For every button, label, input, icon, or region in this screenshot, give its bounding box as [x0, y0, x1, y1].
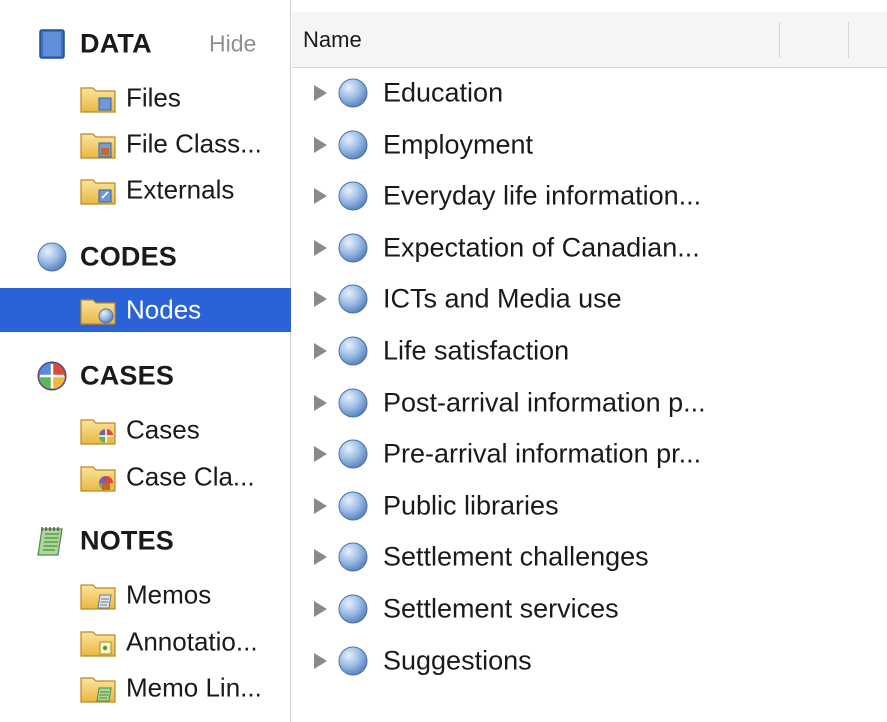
codes-section-label: CODES: [80, 241, 178, 272]
node-label: Employment: [383, 129, 534, 160]
sidebar-item-label: File Class...: [126, 128, 262, 159]
sidebar-item-case-classifications[interactable]: Case Cla...: [0, 455, 291, 499]
node-ball-icon: [337, 232, 369, 264]
memos-folder-icon: [79, 579, 117, 611]
expand-triangle-icon[interactable]: [314, 446, 327, 463]
node-label: Settlement challenges: [383, 541, 649, 572]
node-ball-icon: [337, 335, 369, 367]
notes-section-label: NOTES: [80, 525, 175, 556]
expand-triangle-icon[interactable]: [314, 343, 327, 359]
externals-folder-icon: [79, 174, 117, 206]
column-divider[interactable]: [779, 22, 780, 58]
name-column-header[interactable]: Name: [303, 27, 362, 53]
codes-ball-icon: [36, 241, 68, 273]
cases-folder-icon: [79, 414, 117, 446]
node-label: Everyday life information...: [383, 180, 702, 211]
node-row[interactable]: Education: [292, 68, 887, 118]
sidebar-item-label: Case Cla...: [126, 461, 255, 492]
list-column-header: Name: [292, 12, 887, 68]
node-row[interactable]: Settlement services: [292, 584, 887, 634]
expand-triangle-icon[interactable]: [314, 136, 327, 153]
sidebar-item-file-classifications[interactable]: File Class...: [0, 122, 291, 166]
node-ball-icon: [337, 541, 369, 573]
expand-triangle-icon[interactable]: [314, 497, 327, 514]
node-row[interactable]: Settlement challenges: [292, 532, 887, 582]
sidebar-item-memo-links[interactable]: Memo Lin...: [0, 666, 291, 710]
data-section-header[interactable]: DATA Hide: [0, 22, 291, 66]
expand-triangle-icon[interactable]: [314, 239, 327, 256]
node-ball-icon: [337, 387, 369, 419]
sidebar-item-label: Nodes: [126, 294, 202, 325]
memo-links-folder-icon: [79, 672, 117, 704]
node-row[interactable]: Everyday life information...: [292, 171, 887, 221]
node-row[interactable]: Public libraries: [292, 481, 887, 531]
sidebar-item-label: Externals: [126, 174, 235, 205]
nodes-list-view: Name Education Employment Everyday life in…: [292, 0, 887, 722]
node-row[interactable]: Suggestions: [292, 636, 887, 686]
sidebar-item-label: Files: [126, 82, 181, 113]
file-classifications-folder-icon: [79, 128, 117, 160]
node-label: Suggestions: [383, 645, 532, 676]
node-label: Settlement services: [383, 593, 619, 624]
node-label: Life satisfaction: [383, 335, 570, 366]
annotations-folder-icon: [79, 626, 117, 658]
node-row[interactable]: Employment: [292, 120, 887, 170]
node-ball-icon: [337, 129, 369, 161]
node-ball-icon: [337, 490, 369, 522]
sidebar-item-cases[interactable]: Cases: [0, 408, 291, 452]
node-row[interactable]: Life satisfaction: [292, 326, 887, 376]
cases-icon: [36, 360, 68, 392]
expand-triangle-icon[interactable]: [314, 85, 327, 101]
node-ball-icon: [337, 77, 369, 109]
case-classifications-folder-icon: [79, 461, 117, 493]
node-label: Post-arrival information p...: [383, 387, 706, 418]
expand-triangle-icon[interactable]: [314, 652, 327, 669]
node-label: Education: [383, 77, 504, 108]
sidebar-item-label: Cases: [126, 414, 200, 445]
notes-icon: [36, 525, 68, 557]
expand-triangle-icon[interactable]: [314, 549, 327, 566]
sidebar-item-memos[interactable]: Memos: [0, 573, 291, 617]
node-label: ICTs and Media use: [383, 283, 622, 314]
node-label: Public libraries: [383, 490, 559, 521]
node-ball-icon: [337, 593, 369, 625]
node-ball-icon: [337, 645, 369, 677]
sidebar-item-label: Memo Lin...: [126, 672, 262, 703]
files-folder-icon: [79, 82, 117, 114]
node-label: Pre-arrival information pr...: [383, 438, 702, 469]
nodes-folder-icon: [79, 294, 117, 326]
node-ball-icon: [337, 283, 369, 315]
expand-triangle-icon[interactable]: [314, 601, 327, 617]
cases-section-label: CASES: [80, 360, 175, 391]
hide-sidebar-button[interactable]: Hide: [209, 31, 256, 58]
sidebar-item-files[interactable]: Files: [0, 76, 291, 120]
data-section-label: DATA: [80, 28, 152, 59]
expand-triangle-icon[interactable]: [314, 291, 327, 308]
sidebar-item-nodes[interactable]: Nodes: [0, 288, 291, 332]
navigation-sidebar: DATA Hide Files File Class... Externals …: [0, 0, 291, 722]
data-book-icon: [36, 28, 68, 60]
expand-triangle-icon[interactable]: [314, 188, 327, 205]
node-label: Expectation of Canadian...: [383, 232, 700, 263]
expand-triangle-icon[interactable]: [314, 394, 327, 411]
node-ball-icon: [337, 438, 369, 470]
node-ball-icon: [337, 180, 369, 212]
node-row[interactable]: Pre-arrival information pr...: [292, 429, 887, 479]
sidebar-item-label: Annotatio...: [126, 626, 258, 657]
node-row[interactable]: ICTs and Media use: [292, 274, 887, 324]
column-divider[interactable]: [848, 22, 849, 58]
node-row[interactable]: Expectation of Canadian...: [292, 223, 887, 273]
sidebar-item-annotations[interactable]: Annotatio...: [0, 620, 291, 664]
notes-section-header[interactable]: NOTES: [0, 519, 291, 563]
sidebar-item-label: Memos: [126, 579, 212, 610]
codes-section-header[interactable]: CODES: [0, 235, 291, 279]
node-row[interactable]: Post-arrival information p...: [292, 378, 887, 428]
sidebar-item-externals[interactable]: Externals: [0, 168, 291, 212]
cases-section-header[interactable]: CASES: [0, 354, 291, 398]
